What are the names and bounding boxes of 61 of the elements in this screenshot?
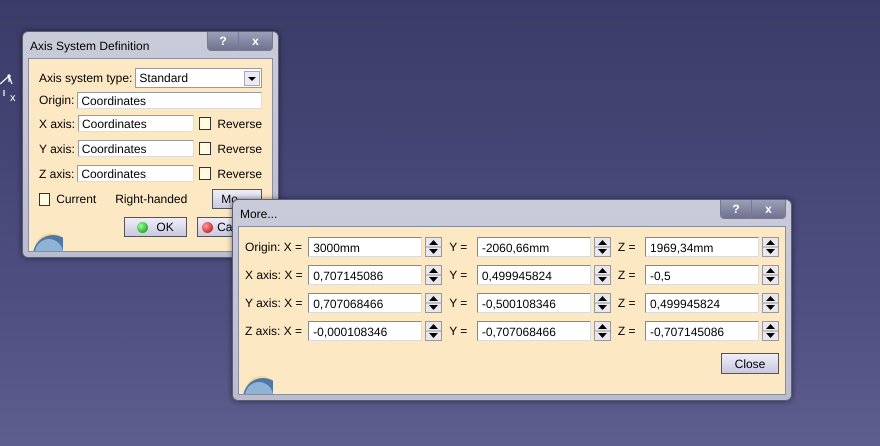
field-label: Y axis: X =: [245, 296, 304, 310]
axis-field[interactable]: Coordinates: [78, 140, 194, 157]
number-field[interactable]: 1969,34mm: [645, 237, 759, 257]
field-label: Z axis:: [39, 166, 74, 180]
reverse-checkbox[interactable]: [198, 167, 212, 180]
field-label: Z =: [616, 240, 636, 254]
field-label: X axis:: [39, 116, 76, 130]
number-field[interactable]: 0,499945824: [476, 265, 591, 285]
number-field[interactable]: -0,000108346: [308, 321, 422, 341]
field-label: Z axis: X =: [245, 324, 304, 338]
spinner-icon[interactable]: [425, 321, 442, 341]
number-field[interactable]: -0,707068466: [476, 321, 591, 341]
checkbox-label: Current: [56, 192, 96, 206]
field-label: X axis: X =: [245, 268, 304, 282]
field-label: Z =: [616, 296, 636, 310]
spinner-icon[interactable]: [425, 293, 442, 313]
checkbox-label: Reverse: [217, 116, 262, 130]
field-label: Origin:: [39, 93, 74, 107]
spinner-icon[interactable]: [762, 293, 779, 313]
spinner-icon[interactable]: [762, 321, 779, 341]
spinner-icon[interactable]: [762, 237, 779, 257]
close-button[interactable]: x: [751, 200, 785, 218]
close-button[interactable]: Close: [721, 353, 779, 374]
spinner-icon[interactable]: [594, 237, 611, 257]
ok-button[interactable]: OK: [124, 217, 188, 237]
number-field[interactable]: 0,499945824: [645, 293, 759, 313]
origin-field[interactable]: Coordinates: [77, 92, 262, 108]
close-button[interactable]: x: [238, 32, 272, 50]
spinner-icon[interactable]: [425, 237, 442, 257]
field-label: Z =: [616, 268, 636, 282]
checkbox-label: Reverse: [217, 142, 262, 156]
axis-label: x: [10, 92, 16, 104]
field-label: Y =: [448, 296, 468, 310]
type-dropdown[interactable]: Standard: [135, 68, 262, 88]
number-field[interactable]: 3000mm: [308, 237, 422, 257]
handedness-label: Right-handed: [115, 192, 188, 206]
spinner-icon[interactable]: [425, 265, 442, 285]
number-field[interactable]: -0,5: [645, 265, 759, 285]
checkbox-label: Reverse: [217, 166, 262, 180]
field-label: Y axis:: [39, 142, 75, 156]
field-label: Y =: [448, 268, 468, 282]
field-label: Y =: [448, 240, 468, 254]
spinner-icon[interactable]: [762, 265, 779, 285]
number-field[interactable]: 0,707068466: [308, 293, 422, 313]
axis-field[interactable]: Coordinates: [77, 165, 194, 182]
field-label: Axis system type:: [39, 71, 132, 85]
spinner-icon[interactable]: [594, 293, 611, 313]
axis-field[interactable]: Coordinates: [78, 115, 194, 132]
spinner-icon[interactable]: [594, 321, 611, 341]
field-label: Z =: [616, 324, 636, 338]
reverse-checkbox[interactable]: [198, 142, 212, 155]
field-label: Origin: X =: [245, 240, 304, 254]
number-field[interactable]: -0,707145086: [645, 321, 759, 341]
spinner-icon[interactable]: [594, 265, 611, 285]
reverse-checkbox[interactable]: [198, 117, 212, 130]
window-title: Axis System Definition: [30, 39, 150, 53]
number-field[interactable]: -2060,66mm: [476, 237, 591, 257]
field-label: Y =: [448, 324, 468, 338]
number-field[interactable]: 0,707145086: [308, 265, 422, 285]
number-field[interactable]: -0,500108346: [476, 293, 591, 313]
current-checkbox[interactable]: [39, 192, 50, 206]
